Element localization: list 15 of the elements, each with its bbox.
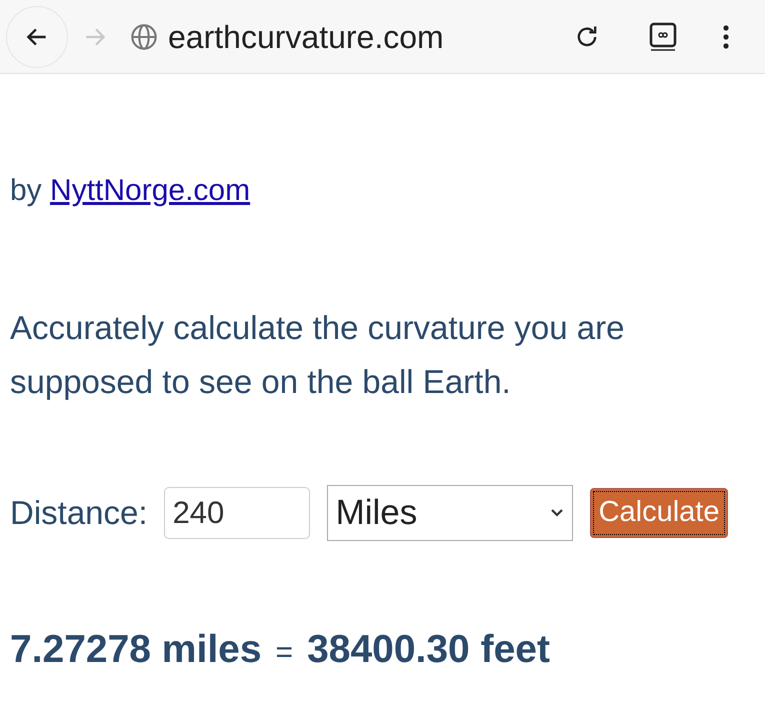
site-link[interactable]: NyttNorge.com <box>50 174 250 207</box>
calculate-button[interactable]: Calculate <box>590 488 728 538</box>
globe-icon <box>130 22 158 50</box>
distance-label: Distance: <box>10 493 148 534</box>
result-miles: 7.27278 miles <box>10 627 262 673</box>
description-text: Accurately calculate the curvature you are supposed to see on the ball Earth. <box>10 308 626 402</box>
result-feet: 38400.30 feet <box>307 627 550 673</box>
chevron-icon <box>550 508 564 518</box>
distance-field[interactable]: 240 <box>164 487 310 539</box>
menu-icon[interactable] <box>723 24 729 48</box>
unit-dropdown[interactable]: Miles <box>326 485 573 541</box>
back-button[interactable] <box>6 6 68 68</box>
byline-text: by <box>10 174 42 207</box>
equals-sign: = <box>276 635 294 671</box>
tab-switcher-icon[interactable] <box>649 22 677 52</box>
